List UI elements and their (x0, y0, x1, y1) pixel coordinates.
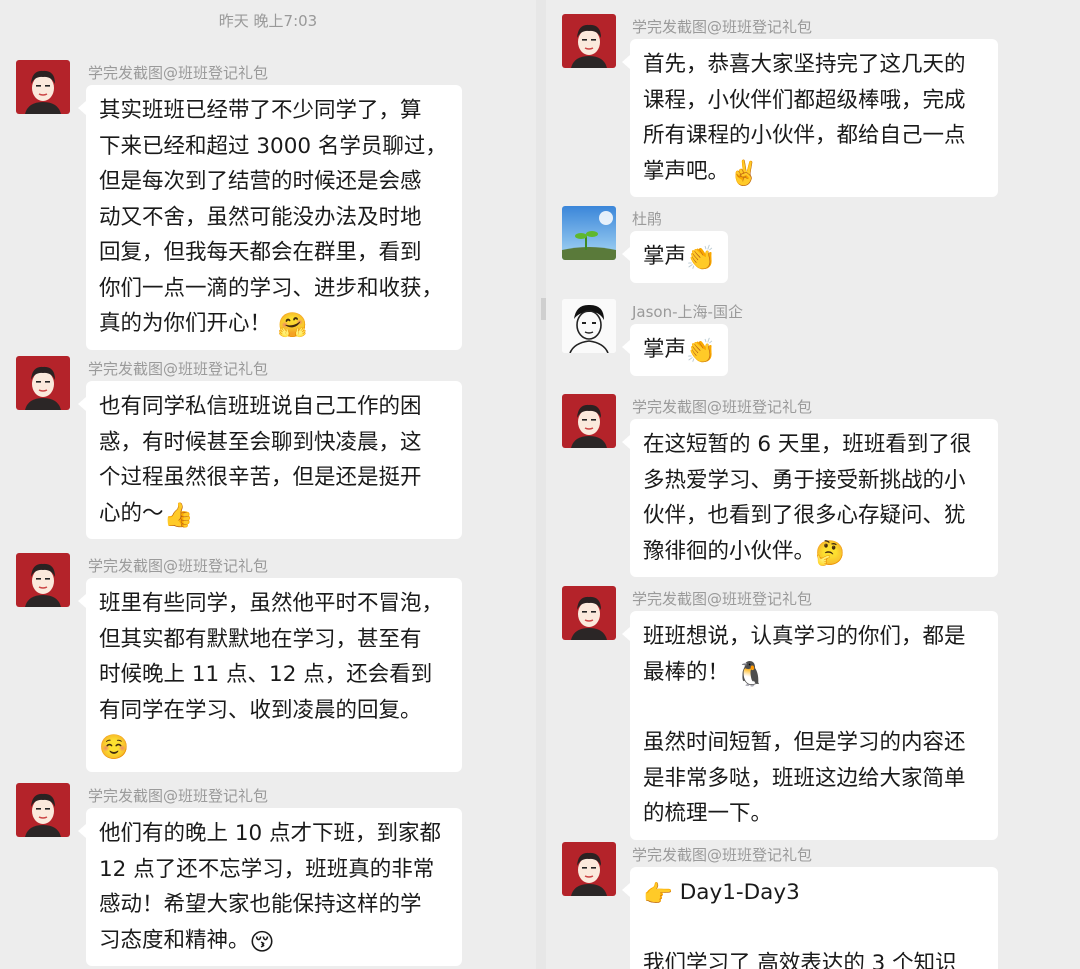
message-line: 伙伴，也看到了很多心存疑问、犹 (643, 503, 966, 528)
pointing-right-emoji: 👉 (643, 880, 673, 908)
sender-avatar[interactable] (562, 394, 616, 448)
message-bubble[interactable]: 班班想说，认真学习的你们，都是 最棒的！ 🐧 虽然时间短暂，但是学习的内容还 是… (622, 611, 998, 840)
message-line: 动又不舍，虽然可能没办法及时地 (99, 204, 422, 230)
sender-name: 学完发截图@班班登记礼包 (88, 787, 269, 805)
message-line: 我们学习了 高效表达的 3 个知识 (643, 950, 957, 969)
message-line: 虽然时间短暂，但是学习的内容还 (643, 730, 966, 755)
sender-name: 学完发截图@班班登记礼包 (632, 846, 813, 864)
thumbs-up-emoji: 👍 (163, 500, 194, 529)
sender-name: 学完发截图@班班登记礼包 (632, 398, 813, 416)
sender-name: 学完发截图@班班登记礼包 (632, 590, 813, 608)
message-line: 豫徘徊的小伙伴。 (643, 538, 816, 564)
message-line: 感动！希望大家也能保持这样的学 (99, 892, 422, 917)
message-line: 12 点了还不忘学习，班班真的非常 (99, 856, 435, 882)
sender-avatar[interactable] (562, 206, 616, 260)
chat-timestamp: 昨天 晚上7:03 (218, 12, 318, 30)
sender-avatar[interactable] (562, 586, 616, 640)
sender-avatar[interactable] (16, 356, 70, 410)
message-line: 但是每次到了结营的时候还是会感 (99, 169, 422, 194)
message-line: 心的～ (99, 500, 164, 526)
message-line: 最棒的！ (643, 659, 730, 685)
message-line: 班班想说，认真学习的你们，都是 (643, 624, 966, 649)
message-bubble[interactable]: 其实班班已经带了不少同学了，算 下来已经和超过 3000 名学员聊过， 但是每次… (78, 85, 462, 350)
message-line: 所有课程的小伙伴，都给自己一点 (643, 123, 966, 148)
message-line: 多热爱学习、勇于接受新挑战的小 (643, 467, 966, 493)
message-line: 有同学在学习、收到凌晨的回复。 (99, 697, 422, 723)
clapping-hands-emoji: 👏 (686, 337, 716, 365)
message-bubble[interactable]: 班里有些同学，虽然他平时不冒泡， 但其实都有默默地在学习，甚至有 时候晚上 11… (78, 578, 462, 772)
message-line: 下来已经和超过 3000 名学员聊过， (99, 133, 447, 159)
hugging-face-emoji: 🤗 (277, 311, 308, 339)
penguin-emoji: 🐧 (735, 659, 766, 688)
message-line: 时候晚上 11 点、12 点，还会看到 (99, 662, 433, 687)
sender-avatar[interactable] (16, 60, 70, 114)
message-line: 掌声 (643, 337, 687, 362)
clapping-hands-emoji: 👏 (686, 244, 716, 272)
message-line: 掌声 (643, 244, 687, 269)
message-line: 其实班班已经带了不少同学了，算 (99, 98, 422, 123)
sender-name: Jason-上海-国企 (632, 303, 743, 321)
chat-column-left: 昨天 晚上7:03 学完发截图@班班登记礼包 其实班班已经带了不少同学了，算 下… (0, 0, 536, 969)
message-bubble[interactable]: 也有同学私信班班说自己工作的困 惑，有时候甚至会聊到快凌晨，这 个过程虽然很辛苦… (78, 381, 462, 539)
message-line: 习态度和精神。 (99, 927, 250, 953)
message-bubble[interactable]: 首先，恭喜大家坚持完了这几天的 课程，小伙伴们都超级棒哦，完成 所有课程的小伙伴… (622, 39, 998, 197)
message-line: 回复，但我每天都会在群里，看到 (99, 240, 422, 265)
message-bubble[interactable]: 在这短暂的 6 天里，班班看到了很 多热爱学习、勇于接受新挑战的小 伙伴，也看到… (622, 419, 998, 577)
victory-hand-emoji: ✌️ (729, 158, 759, 187)
message-bubble[interactable]: 掌声👏 (622, 231, 728, 283)
sender-avatar[interactable] (16, 553, 70, 607)
thinking-face-emoji: 🤔 (815, 538, 845, 567)
message-line: Day1-Day3 (679, 880, 800, 905)
message-line: 是非常多哒，班班这边给大家简单 (643, 765, 966, 791)
message-line: 在这短暂的 6 天里，班班看到了很 (643, 432, 972, 457)
message-line: 课程，小伙伴们都超级棒哦，完成 (643, 87, 966, 113)
message-bubble[interactable]: 👉 Day1-Day3 我们学习了 高效表达的 3 个知识 (622, 867, 998, 969)
message-bubble[interactable]: 掌声👏 (622, 324, 728, 376)
smiling-face-emoji: ☺️ (99, 733, 129, 761)
sender-name: 学完发截图@班班登记礼包 (88, 64, 269, 82)
message-line: 班里有些同学，虽然他平时不冒泡， (99, 591, 444, 616)
chat-column-right: 学完发截图@班班登记礼包 首先，恭喜大家坚持完了这几天的 课程，小伙伴们都超级棒… (546, 0, 1080, 969)
sender-name: 学完发截图@班班登记礼包 (88, 360, 269, 378)
message-line: 你们一点一滴的学习、进步和收获， (99, 275, 444, 301)
message-line: 真的为你们开心！ (99, 311, 272, 336)
message-line: 个过程虽然很辛苦，但是还是挺开 (99, 465, 422, 490)
message-line: 但其实都有默默地在学习，甚至有 (99, 626, 422, 652)
sender-name: 学完发截图@班班登记礼包 (632, 18, 813, 36)
message-line: 惑，有时候甚至会聊到快凌晨，这 (99, 429, 422, 455)
message-line: 他们有的晚上 10 点才下班，到家都 (99, 821, 442, 846)
sender-avatar[interactable] (562, 14, 616, 68)
message-line: 首先，恭喜大家坚持完了这几天的 (643, 52, 966, 77)
message-line: 的梳理一下。 (643, 801, 773, 826)
message-bubble[interactable]: 他们有的晚上 10 点才下班，到家都 12 点了还不忘学习，班班真的非常 感动！… (78, 808, 462, 966)
sender-name: 杜鹃 (632, 210, 663, 228)
sender-avatar[interactable] (562, 842, 616, 896)
sender-avatar[interactable] (562, 299, 616, 353)
sender-name: 学完发截图@班班登记礼包 (88, 557, 269, 575)
message-line: 掌声吧。 (643, 158, 730, 184)
kissing-face-emoji: 😚 (249, 927, 275, 956)
sender-avatar[interactable] (16, 783, 70, 837)
message-line: 也有同学私信班班说自己工作的困 (99, 394, 422, 419)
